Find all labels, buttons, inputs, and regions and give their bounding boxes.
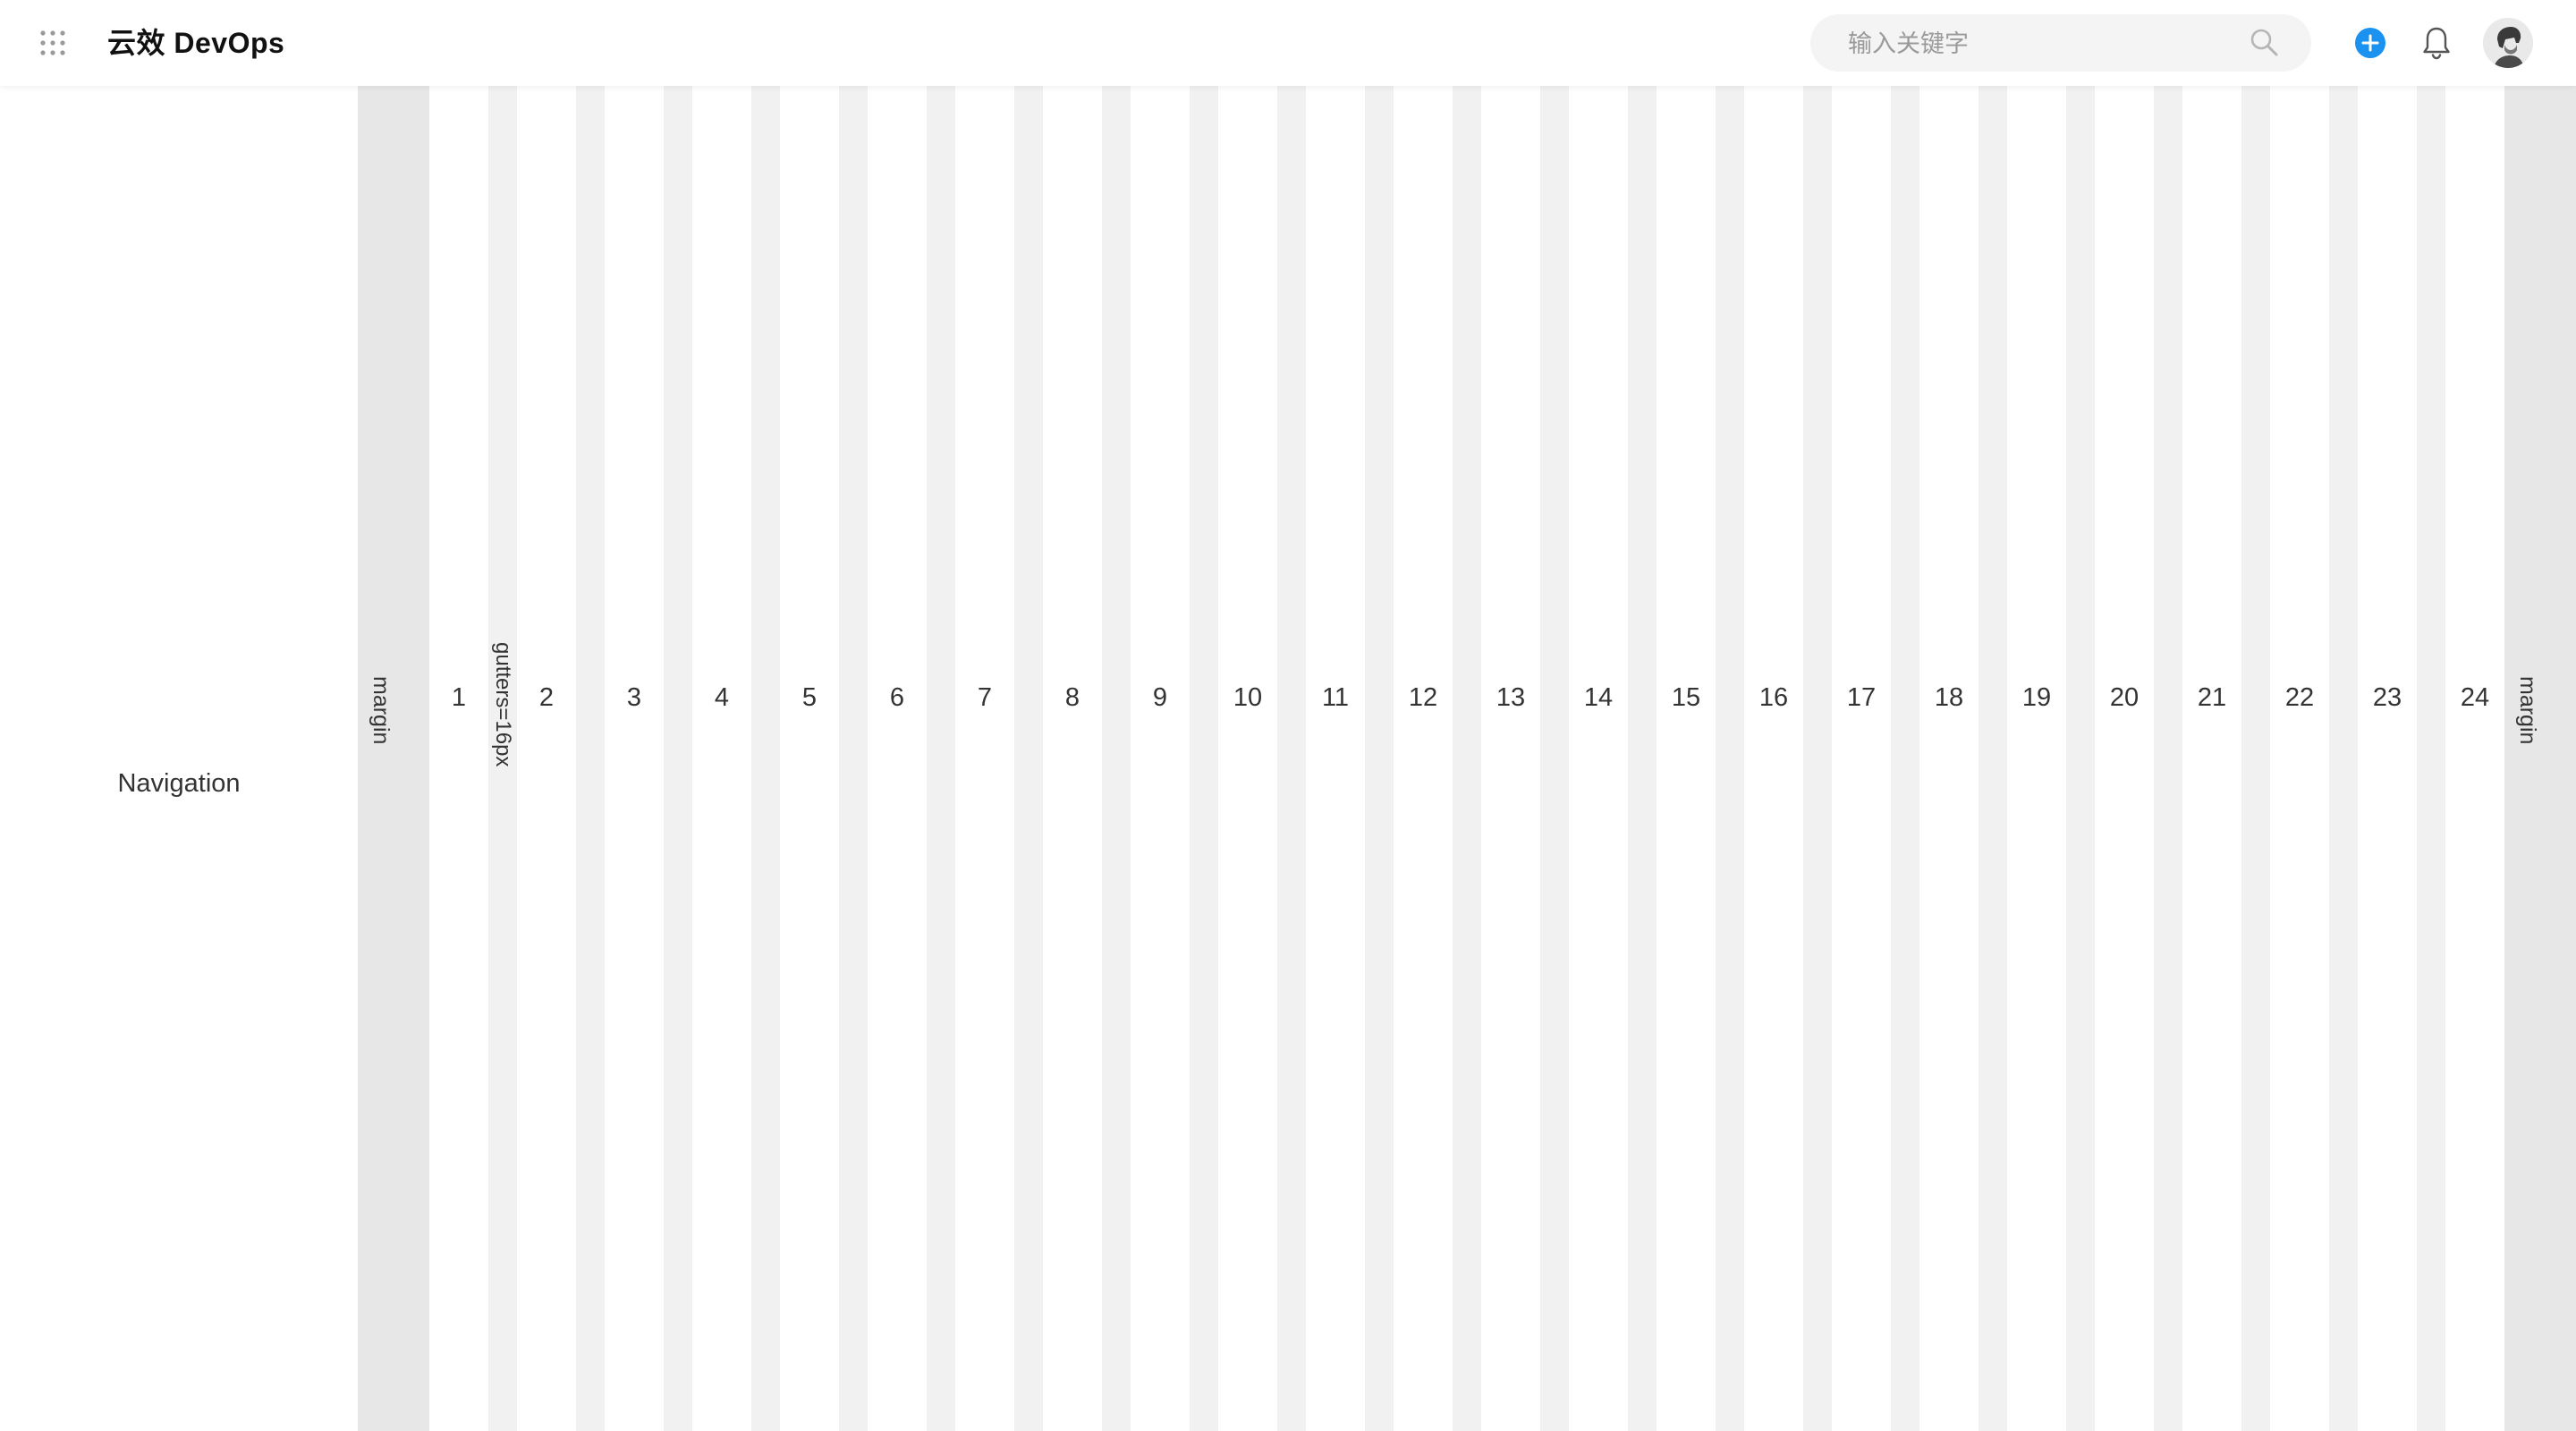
add-circle-icon[interactable] [2354, 27, 2386, 59]
column-number: 16 [1758, 683, 1789, 712]
column-number: 18 [1934, 683, 1964, 712]
navigation-label: Navigation [117, 769, 241, 798]
gutter [2417, 86, 2445, 1431]
column-number: 4 [714, 683, 730, 712]
search-icon[interactable] [2249, 27, 2281, 59]
gutter [2154, 86, 2182, 1431]
gutter [576, 86, 605, 1431]
top-bar: 云效 DevOps [0, 0, 2576, 86]
gutter [1540, 86, 1569, 1431]
avatar[interactable] [2483, 18, 2533, 68]
column-number: 17 [1846, 683, 1877, 712]
left-margin-label: margin [369, 676, 394, 745]
gutter [1102, 86, 1131, 1431]
gutter [1277, 86, 1306, 1431]
navigation-area: Navigation [0, 86, 358, 1431]
column-number: 21 [2197, 683, 2227, 712]
column-number: 5 [801, 683, 818, 712]
gutter-label: gutters=16px [491, 642, 515, 767]
gutter [927, 86, 955, 1431]
left-margin: margin [358, 86, 429, 1431]
gutter [839, 86, 868, 1431]
bell-icon[interactable] [2420, 25, 2453, 61]
column-number: 9 [1152, 683, 1168, 712]
column-number: 23 [2372, 683, 2402, 712]
column-number: 14 [1583, 683, 1614, 712]
column-number: 2 [538, 683, 555, 712]
column-number: 12 [1408, 683, 1438, 712]
gutter [1716, 86, 1744, 1431]
search-box[interactable] [1810, 14, 2311, 73]
column-number: 3 [626, 683, 642, 712]
column-number: 6 [889, 683, 905, 712]
gutter [664, 86, 692, 1431]
gutter [1628, 86, 1657, 1431]
gutter [2066, 86, 2095, 1431]
apps-grid-icon[interactable] [39, 30, 66, 56]
gutter [1891, 86, 1919, 1431]
right-margin: margin [2504, 86, 2576, 1431]
gutter [1453, 86, 1481, 1431]
gutter [1803, 86, 1832, 1431]
column-number: 7 [977, 683, 993, 712]
column-number: 8 [1064, 683, 1080, 712]
column-number: 11 [1321, 683, 1350, 712]
gutter [2241, 86, 2270, 1431]
gutter [1365, 86, 1394, 1431]
grid-layout: margin margin 1 gutters=16px 2 3 4 5 6 7 8 9 10 11 1… [358, 86, 2576, 1431]
column-number: 1 [451, 683, 467, 712]
right-margin-label: margin [2515, 676, 2540, 745]
column-number: 24 [2460, 683, 2490, 712]
gutter [1014, 86, 1043, 1431]
brand-logo[interactable]: 云效 DevOps [107, 23, 284, 63]
column-number: 22 [2284, 683, 2315, 712]
column-number: 19 [2021, 683, 2052, 712]
user-avatar-icon [2483, 18, 2533, 68]
column-number: 15 [1671, 683, 1701, 712]
gutter: gutters=16px [488, 86, 517, 1431]
column-number: 20 [2109, 683, 2140, 712]
gutter [2329, 86, 2358, 1431]
gutter [1190, 86, 1218, 1431]
column-number: 10 [1233, 683, 1263, 712]
column-number: 13 [1496, 683, 1526, 712]
gutter [1979, 86, 2007, 1431]
search-input[interactable] [1846, 14, 2243, 73]
gutter [751, 86, 780, 1431]
